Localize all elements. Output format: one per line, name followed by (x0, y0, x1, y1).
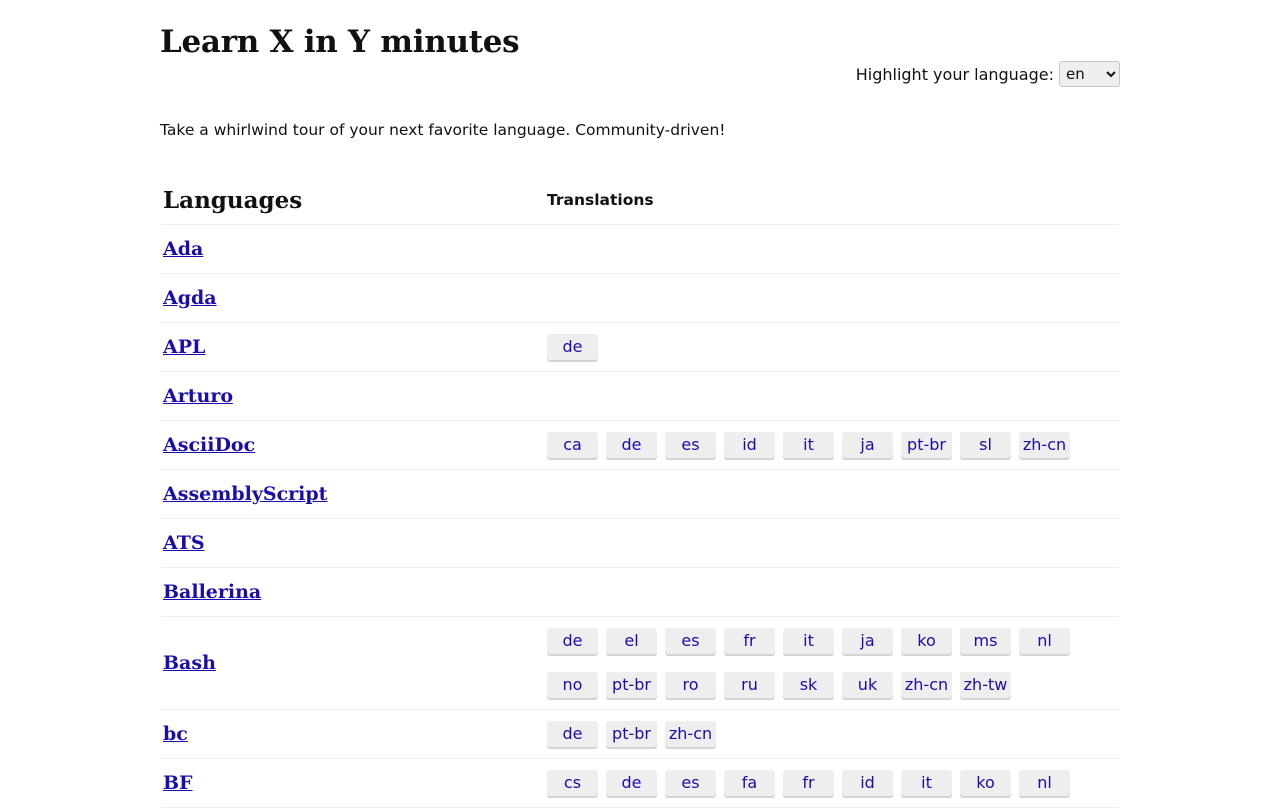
language-cell: BF (161, 758, 545, 808)
translations-cell (545, 273, 1119, 323)
translation-link[interactable]: el (606, 628, 657, 654)
table-row: APL de (161, 322, 1119, 372)
language-link[interactable]: BF (163, 772, 193, 794)
table-row: Ballerina (161, 567, 1119, 617)
table-row: BF cs de es fa fr id it ko nl (161, 758, 1119, 808)
translation-link[interactable]: fa (724, 770, 775, 796)
translation-link[interactable]: es (665, 628, 716, 654)
translation-link[interactable]: de (547, 628, 598, 654)
translation-link[interactable]: ja (842, 432, 893, 458)
language-link[interactable]: APL (163, 336, 205, 358)
translation-link[interactable]: de (606, 770, 657, 796)
language-cell: Ada (161, 224, 545, 274)
translation-link[interactable]: ca (547, 432, 598, 458)
translation-link[interactable]: it (901, 770, 952, 796)
language-link[interactable]: Bash (163, 652, 216, 674)
languages-table: Languages Translations Ada Agda APL de Artur… (161, 176, 1119, 808)
translation-list: de (547, 334, 1087, 360)
table-header-row: Languages Translations (161, 176, 1119, 225)
translation-link[interactable]: nl (1019, 628, 1070, 654)
highlight-language-label: Highlight your language: (855, 64, 1054, 84)
table-row: ATS (161, 518, 1119, 568)
translation-link[interactable]: pt-br (606, 721, 657, 747)
translations-cell (545, 469, 1119, 519)
translation-link[interactable]: nl (1019, 770, 1070, 796)
translation-link[interactable]: pt-br (606, 672, 657, 698)
translation-link[interactable]: de (547, 334, 598, 360)
translation-link[interactable]: ru (724, 672, 775, 698)
translations-cell: de el es fr it ja ko ms nl no pt-br ro ru sk uk zh-cn zh… (545, 616, 1119, 710)
language-cell: Agda (161, 273, 545, 323)
language-cell: Ballerina (161, 567, 545, 617)
translations-cell (545, 567, 1119, 617)
translation-link[interactable]: ms (960, 628, 1011, 654)
table-row: Ada (161, 224, 1119, 274)
translation-link[interactable]: it (783, 432, 834, 458)
translation-link[interactable]: de (606, 432, 657, 458)
translations-cell: de (545, 322, 1119, 372)
translation-link[interactable]: ko (960, 770, 1011, 796)
translation-link[interactable]: ko (901, 628, 952, 654)
language-cell: AssemblyScript (161, 469, 545, 519)
tagline: Take a whirlwind tour of your next favor… (160, 121, 726, 139)
translation-list: de pt-br zh-cn (547, 721, 1087, 747)
translations-column-header: Translations (545, 176, 1119, 225)
translation-link[interactable]: zh-cn (901, 672, 952, 698)
translation-link[interactable]: id (842, 770, 893, 796)
language-link[interactable]: Agda (163, 287, 217, 309)
translation-link[interactable]: it (783, 628, 834, 654)
language-link[interactable]: bc (163, 723, 188, 745)
translation-link[interactable]: zh-cn (665, 721, 716, 747)
translations-cell (545, 224, 1119, 274)
table-row: Arturo (161, 371, 1119, 421)
table-row: Agda (161, 273, 1119, 323)
translation-list: ca de es id it ja pt-br sl zh-cn (547, 432, 1087, 458)
translation-link[interactable]: zh-tw (960, 672, 1011, 698)
table-row: Bash de el es fr it ja ko ms nl no pt-br ro ru sk uk zh-… (161, 616, 1119, 710)
language-cell: ATS (161, 518, 545, 568)
language-link[interactable]: AsciiDoc (163, 434, 255, 456)
languages-column-header: Languages (161, 176, 545, 225)
highlight-language-control: Highlight your language: en (856, 61, 1120, 87)
language-link[interactable]: ATS (163, 532, 205, 554)
languages-table-body: Ada Agda APL de Arturo AsciiDoc ca de es id it ja pt… (161, 224, 1119, 808)
translation-link[interactable]: fr (724, 628, 775, 654)
translation-link[interactable]: ro (665, 672, 716, 698)
language-cell: bc (161, 709, 545, 759)
language-cell: Bash (161, 616, 545, 710)
language-link[interactable]: Ballerina (163, 581, 261, 603)
translation-link[interactable]: es (665, 770, 716, 796)
translation-link[interactable]: sk (783, 672, 834, 698)
translation-link[interactable]: es (665, 432, 716, 458)
translations-cell (545, 371, 1119, 421)
translation-link[interactable]: pt-br (901, 432, 952, 458)
translation-link[interactable]: ja (842, 628, 893, 654)
language-cell: AsciiDoc (161, 420, 545, 470)
language-link[interactable]: AssemblyScript (163, 483, 327, 505)
language-cell: Arturo (161, 371, 545, 421)
table-row: AssemblyScript (161, 469, 1119, 519)
translation-link[interactable]: zh-cn (1019, 432, 1070, 458)
translation-link[interactable]: uk (842, 672, 893, 698)
table-row: AsciiDoc ca de es id it ja pt-br sl zh-cn (161, 420, 1119, 470)
translation-link[interactable]: de (547, 721, 598, 747)
site-title[interactable]: Learn X in Y minutes (160, 24, 520, 60)
translation-link[interactable]: cs (547, 770, 598, 796)
language-cell: APL (161, 322, 545, 372)
table-row: bc de pt-br zh-cn (161, 709, 1119, 759)
language-link[interactable]: Arturo (163, 385, 233, 407)
translation-link[interactable]: id (724, 432, 775, 458)
translation-list: de el es fr it ja ko ms nl no pt-br ro ru sk uk zh-cn zh… (547, 628, 1087, 698)
translations-cell: ca de es id it ja pt-br sl zh-cn (545, 420, 1119, 470)
translation-link[interactable]: no (547, 672, 598, 698)
translations-cell: cs de es fa fr id it ko nl (545, 758, 1119, 808)
translation-link[interactable]: fr (783, 770, 834, 796)
translation-list: cs de es fa fr id it ko nl (547, 770, 1087, 796)
translation-link[interactable]: sl (960, 432, 1011, 458)
highlight-language-select[interactable]: en (1059, 61, 1120, 87)
translations-cell: de pt-br zh-cn (545, 709, 1119, 759)
language-link[interactable]: Ada (163, 238, 203, 260)
translations-cell (545, 518, 1119, 568)
